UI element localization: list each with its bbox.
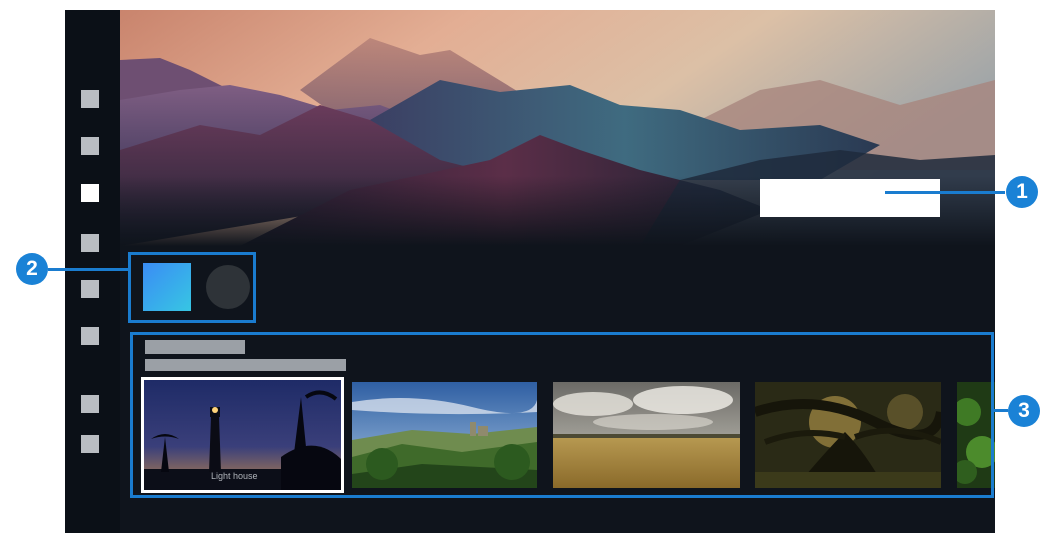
sidebar-item-4[interactable]: [81, 234, 99, 252]
callout-box-2: [128, 252, 256, 323]
hero-banner[interactable]: [120, 10, 995, 246]
callout-line-3: [992, 409, 1008, 412]
sidebar-item-6[interactable]: [81, 327, 99, 345]
sidebar-item-3-active[interactable]: [81, 184, 99, 202]
sidebar-item-5[interactable]: [81, 280, 99, 298]
callout-marker-1: 1: [1006, 176, 1038, 208]
sidebar-item-7[interactable]: [81, 395, 99, 413]
callout-line-2: [48, 268, 130, 271]
callout-box-3: [130, 332, 994, 498]
sidebar-item-8[interactable]: [81, 435, 99, 453]
callout-line-1: [885, 191, 1005, 194]
callout-marker-3: 3: [1008, 395, 1040, 427]
sidebar: [65, 10, 120, 533]
callout-marker-2: 2: [16, 253, 48, 285]
sidebar-item-1[interactable]: [81, 90, 99, 108]
sidebar-item-2[interactable]: [81, 137, 99, 155]
hero-title-placeholder: [760, 179, 940, 217]
